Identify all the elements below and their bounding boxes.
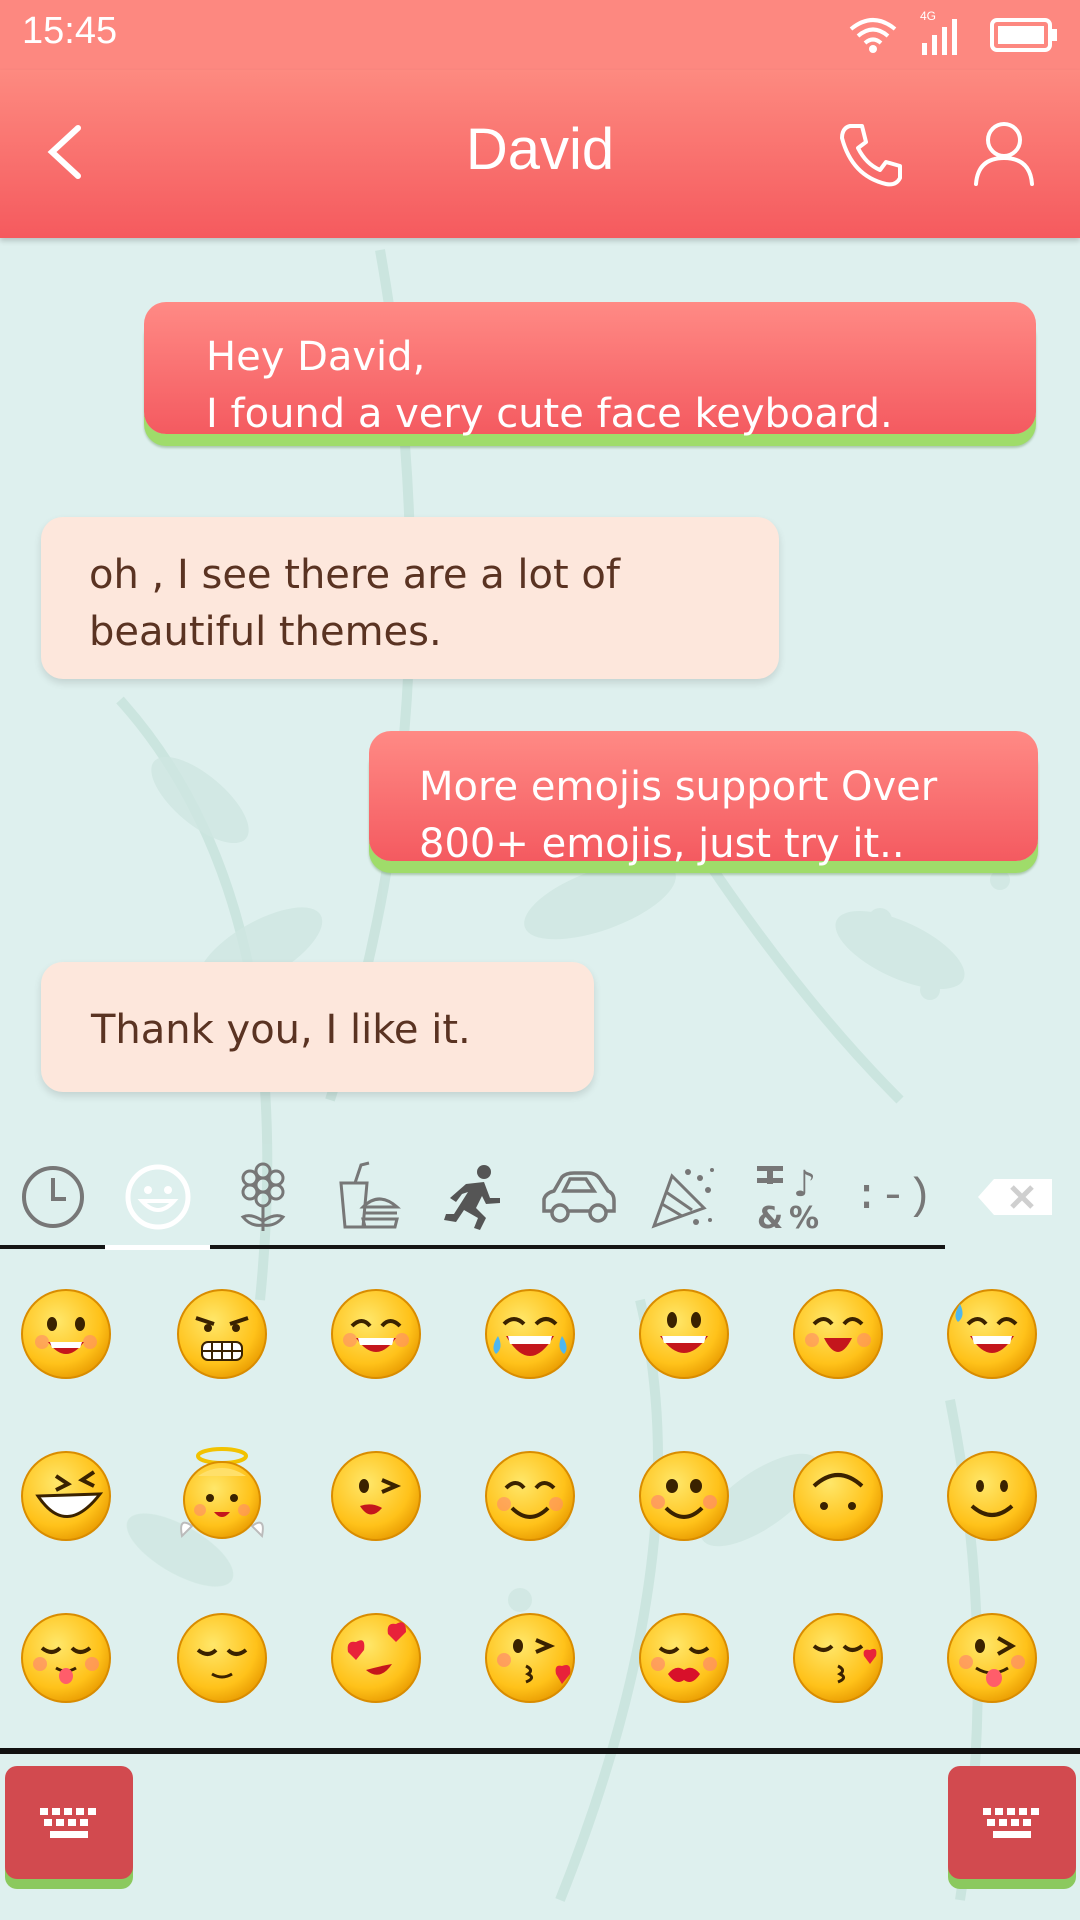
incoming-message[interactable]: oh , I see there are a lot of beautiful … [41,517,779,679]
battery-icon [990,18,1057,52]
pensive-emoji[interactable] [172,1608,272,1708]
svg-text:&: & [757,1201,783,1232]
keyboard-icon [40,1807,96,1838]
upside-smile-emoji[interactable] [788,1446,888,1546]
emoticon-text: :-) [853,1172,933,1222]
slight-smile-emoji[interactable] [942,1446,1042,1546]
car-icon[interactable] [538,1157,618,1237]
recent-icon[interactable] [13,1157,93,1237]
status-bar: 15:45 4G [0,0,1080,70]
wink-emoji[interactable] [326,1446,426,1546]
heart-eyes-emoji[interactable] [326,1608,426,1708]
tongue-wink-emoji[interactable] [942,1608,1042,1708]
food-icon[interactable] [328,1157,408,1237]
wifi-icon [849,18,897,53]
incoming-message[interactable]: Thank you, I like it. [41,962,594,1092]
keyboard-icon [983,1807,1039,1838]
blush-emoji[interactable] [480,1446,580,1546]
flower-icon[interactable] [223,1157,303,1237]
grin-emoji[interactable] [326,1284,426,1384]
outgoing-message[interactable]: More emojis support Over 800+ emojis, ju… [369,731,1038,867]
sweat-smile-emoji[interactable] [942,1284,1042,1384]
relieved-tongue-emoji[interactable] [16,1608,116,1708]
emoticon-icon[interactable]: :-) [853,1157,933,1237]
cell-signal-icon: 4G [920,9,968,57]
backspace-icon[interactable] [974,1157,1058,1237]
status-time: 15:45 [22,10,118,52]
symbols-icon[interactable]: &% ♪ [748,1157,828,1237]
keyboard-switch-button[interactable] [5,1766,133,1879]
smiling-rosy-emoji[interactable] [634,1446,734,1546]
emoji-grid [0,1270,1080,1750]
innocent-emoji[interactable] [172,1446,272,1546]
emoji-category-bar: &% ♪ :-) [0,1125,1080,1255]
laughing-squint-emoji[interactable] [16,1446,116,1546]
laughing-emoji[interactable] [788,1284,888,1384]
keyboard-divider [0,1748,1080,1754]
smiley-icon[interactable] [118,1157,198,1237]
grinning-emoji[interactable] [16,1284,116,1384]
svg-text:%: % [789,1201,819,1232]
kissing-closed-emoji[interactable] [788,1608,888,1708]
person-icon[interactable] [972,118,1036,188]
active-category-indicator [105,1245,210,1250]
activity-icon[interactable] [433,1157,513,1237]
outgoing-message[interactable]: Hey David, I found a very cute face keyb… [144,302,1036,437]
smiley-emoji[interactable] [634,1284,734,1384]
contact-name: David [465,117,615,182]
grimacing-emoji[interactable] [172,1284,272,1384]
svg-text:♪: ♪ [793,1164,816,1205]
celebration-icon[interactable] [643,1157,723,1237]
kissing-heart-emoji[interactable] [480,1608,580,1708]
kissing-lips-emoji[interactable] [634,1608,734,1708]
joy-emoji[interactable] [480,1284,580,1384]
status-icons: 4G [848,9,1058,58]
keyboard-switch-button[interactable] [948,1766,1076,1879]
app-bar: David [0,70,1080,238]
phone-icon[interactable] [836,120,906,190]
